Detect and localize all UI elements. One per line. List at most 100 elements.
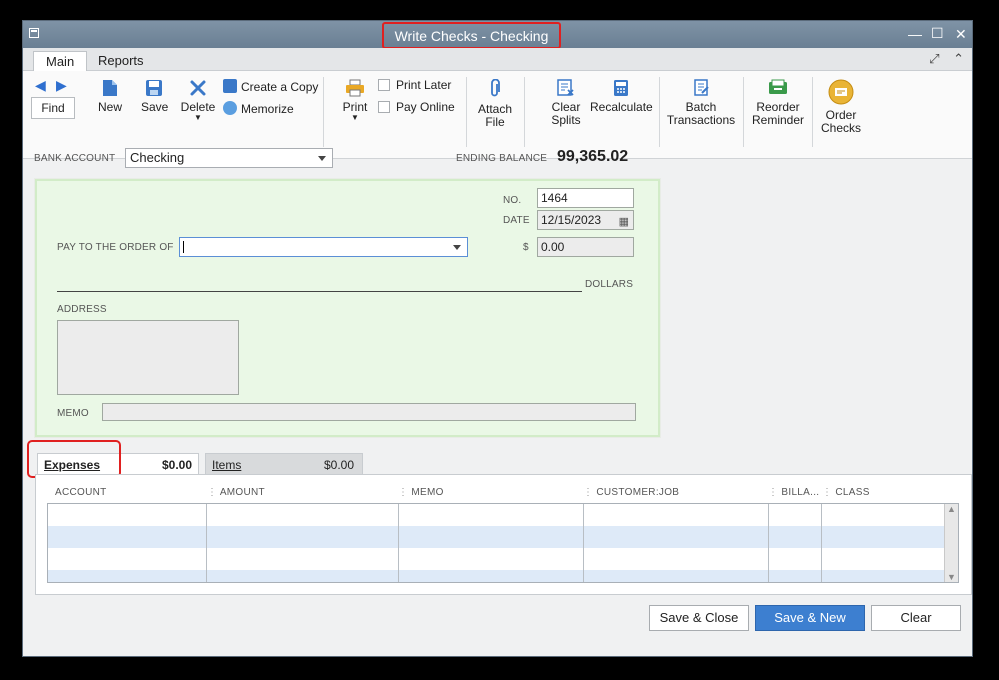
new-label: New	[98, 100, 123, 114]
order-checks-button[interactable]: Order Checks	[819, 79, 863, 135]
address-label: ADDRESS	[57, 304, 107, 315]
toolbar-ribbon: ◀ ▶ Find New Save Delete ▼ Create a Copy…	[23, 71, 972, 159]
save-label: Save	[141, 100, 169, 114]
pay-online-checkbox[interactable]: Pay Online	[378, 101, 455, 114]
bank-account-select[interactable]: Checking	[125, 148, 333, 168]
memorize-button[interactable]: Memorize	[223, 101, 294, 116]
clear-splits-icon	[557, 79, 574, 96]
save-close-button[interactable]: Save & Close	[649, 605, 749, 631]
tab-items[interactable]: Items $0.00	[205, 453, 363, 475]
expand-icon[interactable]: ⤢	[929, 51, 939, 66]
date-input[interactable]: 12/15/2023 ▦	[537, 210, 634, 230]
clear-splits-button[interactable]: Clear Splits	[545, 79, 587, 127]
print-later-check[interactable]	[378, 79, 390, 91]
payee-select[interactable]	[179, 237, 468, 257]
column-header-customer-job[interactable]: ⋮ CUSTOMER:JOB	[583, 487, 679, 498]
recalculate-button[interactable]: Recalculate	[590, 79, 653, 114]
memo-label: MEMO	[57, 408, 89, 419]
column-divider	[206, 504, 207, 582]
attach-file-button[interactable]: Attach File	[475, 79, 515, 129]
column-header-memo-label: MEMO	[411, 487, 444, 498]
column-divider: ⋮	[398, 487, 412, 498]
check-form: NO. 1464 DATE 12/15/2023 ▦ PAY TO THE OR…	[35, 179, 660, 437]
vertical-scrollbar[interactable]: ▲ ▼	[944, 504, 958, 582]
column-header-memo[interactable]: ⋮ MEMO	[398, 487, 444, 498]
clear-splits-label-2: Splits	[551, 113, 581, 127]
clear-button[interactable]: Clear	[871, 605, 961, 631]
column-header-billable[interactable]: ⋮ BILLA...	[768, 487, 819, 498]
toolbar-separator	[466, 77, 467, 147]
memo-input[interactable]	[102, 403, 636, 421]
next-arrow-icon[interactable]: ▶	[56, 77, 67, 94]
window-menu-icon[interactable]	[29, 28, 39, 38]
tab-main[interactable]: Main	[33, 51, 88, 71]
batch-label-2: Transactions	[666, 113, 736, 127]
batch-transactions-button[interactable]: Batch Transactions	[666, 79, 736, 127]
save-button[interactable]: Save	[141, 79, 169, 114]
expenses-total: $0.00	[161, 458, 192, 472]
memorize-icon	[223, 101, 237, 115]
expenses-grid-panel: ACCOUNT ⋮ AMOUNT ⋮ MEMO ⋮ CUSTOMER:JOB ⋮…	[35, 474, 972, 595]
text-cursor	[183, 241, 184, 253]
close-icon[interactable]: ✕	[955, 26, 967, 43]
table-row[interactable]	[48, 548, 945, 570]
toolbar-separator	[323, 77, 324, 147]
reorder-label-2: Reminder	[751, 113, 805, 127]
delete-button[interactable]: Delete ▼	[179, 79, 217, 122]
reorder-reminder-icon	[769, 79, 787, 94]
pay-online-check[interactable]	[378, 101, 390, 113]
column-header-class-label: CLASS	[835, 487, 870, 498]
amount-input[interactable]: 0.00	[537, 237, 634, 257]
column-divider	[398, 504, 399, 582]
copy-icon	[223, 79, 237, 93]
ribbon-tabs: Main Reports ⤢ ⌃	[23, 48, 972, 71]
find-button[interactable]: Find	[31, 97, 75, 119]
minimize-icon[interactable]: —	[908, 26, 922, 42]
delete-x-icon	[190, 80, 206, 96]
chevron-down-icon	[318, 156, 326, 161]
bank-account-value: Checking	[130, 150, 185, 165]
order-checks-icon	[828, 79, 854, 105]
previous-arrow-icon[interactable]: ◀	[35, 77, 46, 94]
expenses-table: ▲ ▼	[47, 503, 959, 583]
check-number-input[interactable]: 1464	[537, 188, 634, 208]
toolbar-separator	[524, 77, 525, 147]
calculator-icon	[614, 80, 628, 96]
scroll-up-icon[interactable]: ▲	[947, 504, 956, 514]
pay-to-label: PAY TO THE ORDER OF	[57, 242, 174, 253]
create-copy-button[interactable]: Create a Copy	[223, 79, 318, 94]
maximize-icon[interactable]: ☐	[931, 25, 944, 42]
table-row[interactable]	[48, 526, 945, 548]
new-document-icon	[103, 80, 117, 96]
print-later-checkbox[interactable]: Print Later	[378, 79, 451, 92]
items-total: $0.00	[323, 458, 354, 472]
column-header-account[interactable]: ACCOUNT	[55, 487, 107, 498]
address-textarea[interactable]	[57, 320, 239, 395]
column-header-class[interactable]: ⋮ CLASS	[822, 487, 870, 498]
toolbar-separator	[743, 77, 744, 147]
column-header-amount-label: AMOUNT	[219, 487, 265, 498]
delete-label: Delete	[180, 100, 216, 114]
column-header-amount[interactable]: ⋮ AMOUNT	[207, 487, 265, 498]
ribbon-controls: ⤢ ⌃	[929, 51, 964, 67]
reorder-reminder-button[interactable]: Reorder Reminder	[750, 79, 806, 127]
collapse-ribbon-icon[interactable]: ⌃	[953, 51, 964, 66]
print-label: Print	[342, 100, 368, 114]
tab-reports[interactable]: Reports	[86, 51, 156, 71]
table-row[interactable]	[48, 504, 945, 526]
date-value: 12/15/2023	[541, 213, 602, 227]
save-new-button[interactable]: Save & New	[755, 605, 865, 631]
scroll-down-icon[interactable]: ▼	[947, 572, 956, 582]
batch-transactions-icon	[694, 79, 709, 96]
create-copy-label: Create a Copy	[241, 80, 319, 94]
column-divider: ⋮	[768, 487, 782, 498]
table-row[interactable]	[48, 570, 945, 582]
paperclip-icon	[491, 79, 500, 97]
calendar-icon[interactable]: ▦	[619, 213, 629, 231]
print-later-label: Print Later	[396, 78, 452, 92]
column-header-billable-label: BILLA...	[781, 487, 820, 498]
new-button[interactable]: New	[98, 79, 122, 114]
print-button[interactable]: Print ▼	[341, 79, 369, 122]
chevron-down-icon	[453, 245, 461, 250]
recalculate-label: Recalculate	[590, 100, 653, 114]
